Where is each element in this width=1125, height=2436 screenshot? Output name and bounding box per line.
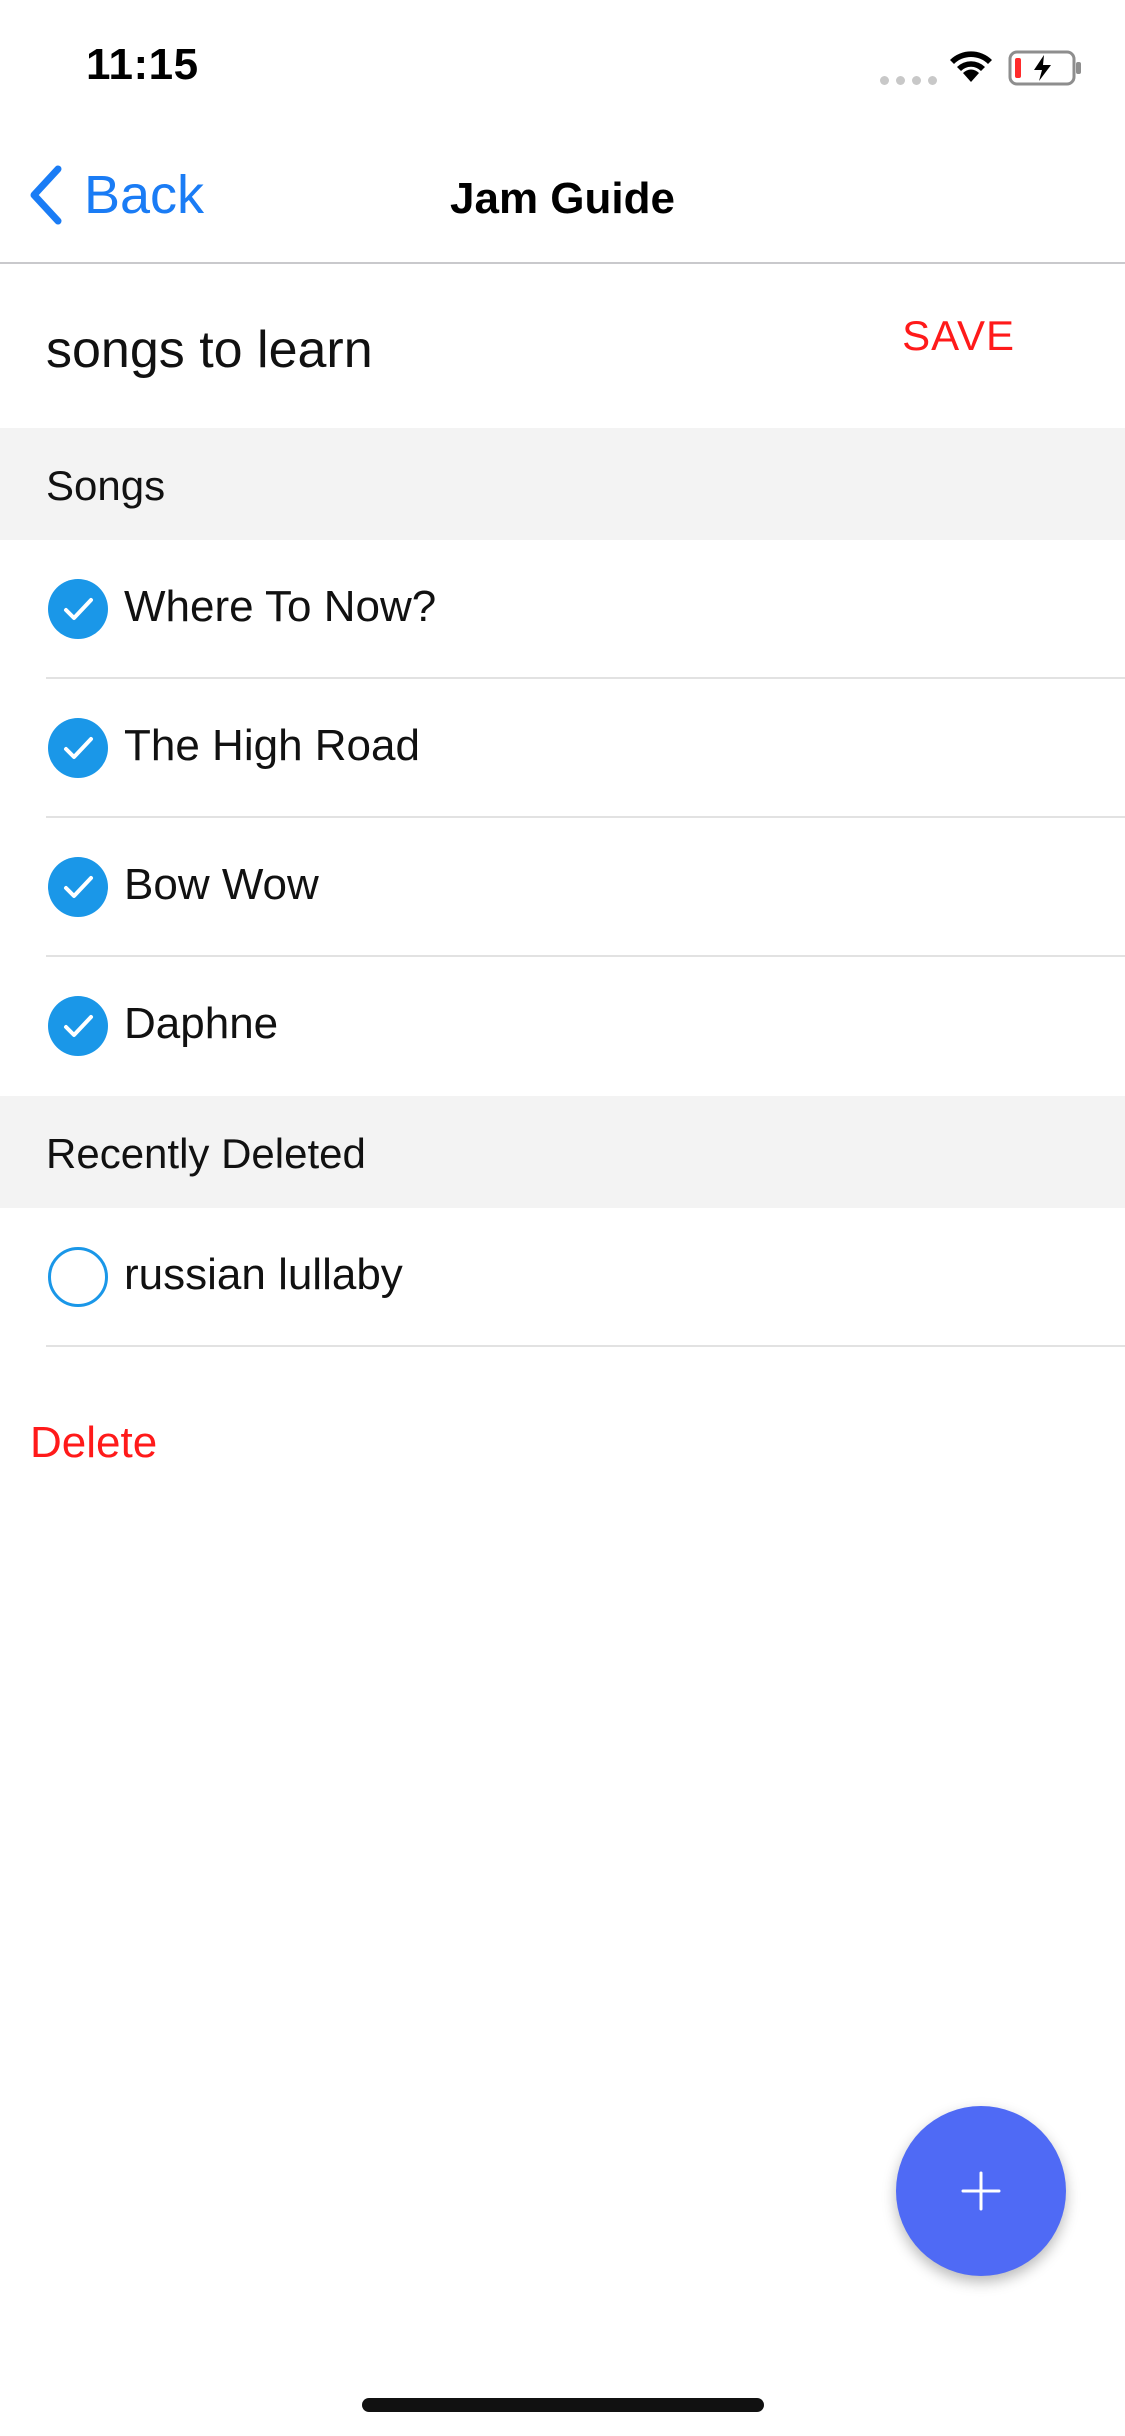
navigation-bar: Back Jam Guide	[0, 132, 1125, 264]
row-divider	[46, 1345, 1125, 1347]
page-title: Jam Guide	[450, 174, 675, 223]
save-button[interactable]: SAVE	[902, 312, 1015, 360]
home-indicator[interactable]	[362, 2398, 764, 2412]
signal-icon	[880, 76, 937, 85]
wifi-icon	[950, 51, 992, 82]
list-item-label: Where To Now?	[124, 582, 437, 631]
list-title[interactable]: songs to learn	[46, 320, 373, 380]
add-item-button[interactable]	[896, 2106, 1066, 2276]
list-title-row: songs to learn SAVE	[0, 264, 1125, 428]
status-time: 11:15	[86, 40, 199, 89]
status-bar: 11:15	[0, 0, 1125, 132]
section-header-recently-deleted: Recently Deleted	[0, 1096, 1125, 1208]
unchecked-circle-icon[interactable]	[47, 1246, 109, 1308]
list-item-label: russian lullaby	[124, 1250, 403, 1299]
list-item[interactable]: The High Road	[0, 679, 1125, 818]
checked-circle-icon[interactable]	[47, 578, 109, 640]
list-item[interactable]: russian lullaby	[0, 1208, 1125, 1347]
list-item-label: The High Road	[124, 721, 420, 770]
section-header-songs: Songs	[0, 428, 1125, 540]
battery-charging-icon	[1008, 50, 1081, 86]
delete-button[interactable]: Delete	[30, 1418, 157, 1468]
section-header-label: Songs	[46, 462, 166, 509]
list-item-label: Daphne	[124, 999, 279, 1048]
plus-icon	[961, 2171, 1001, 2211]
list-item-label: Bow Wow	[124, 860, 319, 909]
list-item[interactable]: Bow Wow	[0, 818, 1125, 957]
list-item[interactable]: Daphne	[0, 957, 1125, 1096]
checked-circle-icon[interactable]	[47, 717, 109, 779]
section-header-label: Recently Deleted	[46, 1130, 366, 1177]
list-item[interactable]: Where To Now?	[0, 540, 1125, 679]
checked-circle-icon[interactable]	[47, 995, 109, 1057]
checked-circle-icon[interactable]	[47, 856, 109, 918]
